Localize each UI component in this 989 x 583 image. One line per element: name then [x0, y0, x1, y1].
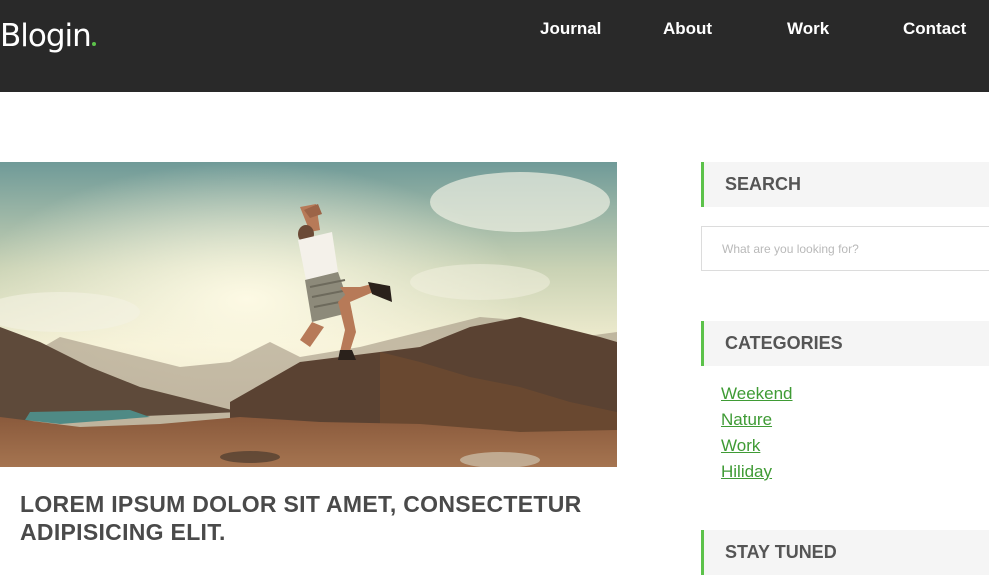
nav-contact[interactable]: Contact: [903, 17, 966, 41]
category-link-hiliday[interactable]: Hiliday: [721, 462, 772, 481]
post-featured-image[interactable]: [0, 162, 617, 467]
category-link-work[interactable]: Work: [721, 436, 760, 455]
nav-journal[interactable]: Journal: [540, 17, 601, 41]
logo-text: Blogin: [0, 18, 92, 54]
site-logo[interactable]: Blogin: [0, 14, 96, 58]
search-input[interactable]: [701, 226, 989, 271]
stay-tuned-heading-label: STAY TUNED: [725, 542, 837, 562]
categories-widget-heading: CATEGORIES: [701, 321, 989, 366]
nav-about[interactable]: About: [663, 17, 712, 41]
nav-work[interactable]: Work: [787, 17, 829, 41]
categories-heading-label: CATEGORIES: [725, 333, 843, 353]
search-widget-heading: SEARCH: [701, 162, 989, 207]
site-header: Blogin Journal About Work Contact: [0, 0, 989, 92]
category-link-weekend[interactable]: Weekend: [721, 384, 793, 403]
categories-list: Weekend Nature Work Hiliday: [721, 381, 793, 485]
search-heading-label: SEARCH: [725, 174, 802, 194]
list-item: Nature: [721, 407, 793, 433]
stay-tuned-widget-heading: STAY TUNED: [701, 530, 989, 575]
logo-dot: [91, 42, 96, 46]
category-link-nature[interactable]: Nature: [721, 410, 772, 429]
list-item: Weekend: [721, 381, 793, 407]
list-item: Work: [721, 433, 793, 459]
photo-man-jumping-mountains-icon: [0, 162, 617, 467]
post-title[interactable]: LOREM IPSUM DOLOR SIT AMET, CONSECTETUR …: [20, 490, 610, 546]
list-item: Hiliday: [721, 459, 793, 485]
